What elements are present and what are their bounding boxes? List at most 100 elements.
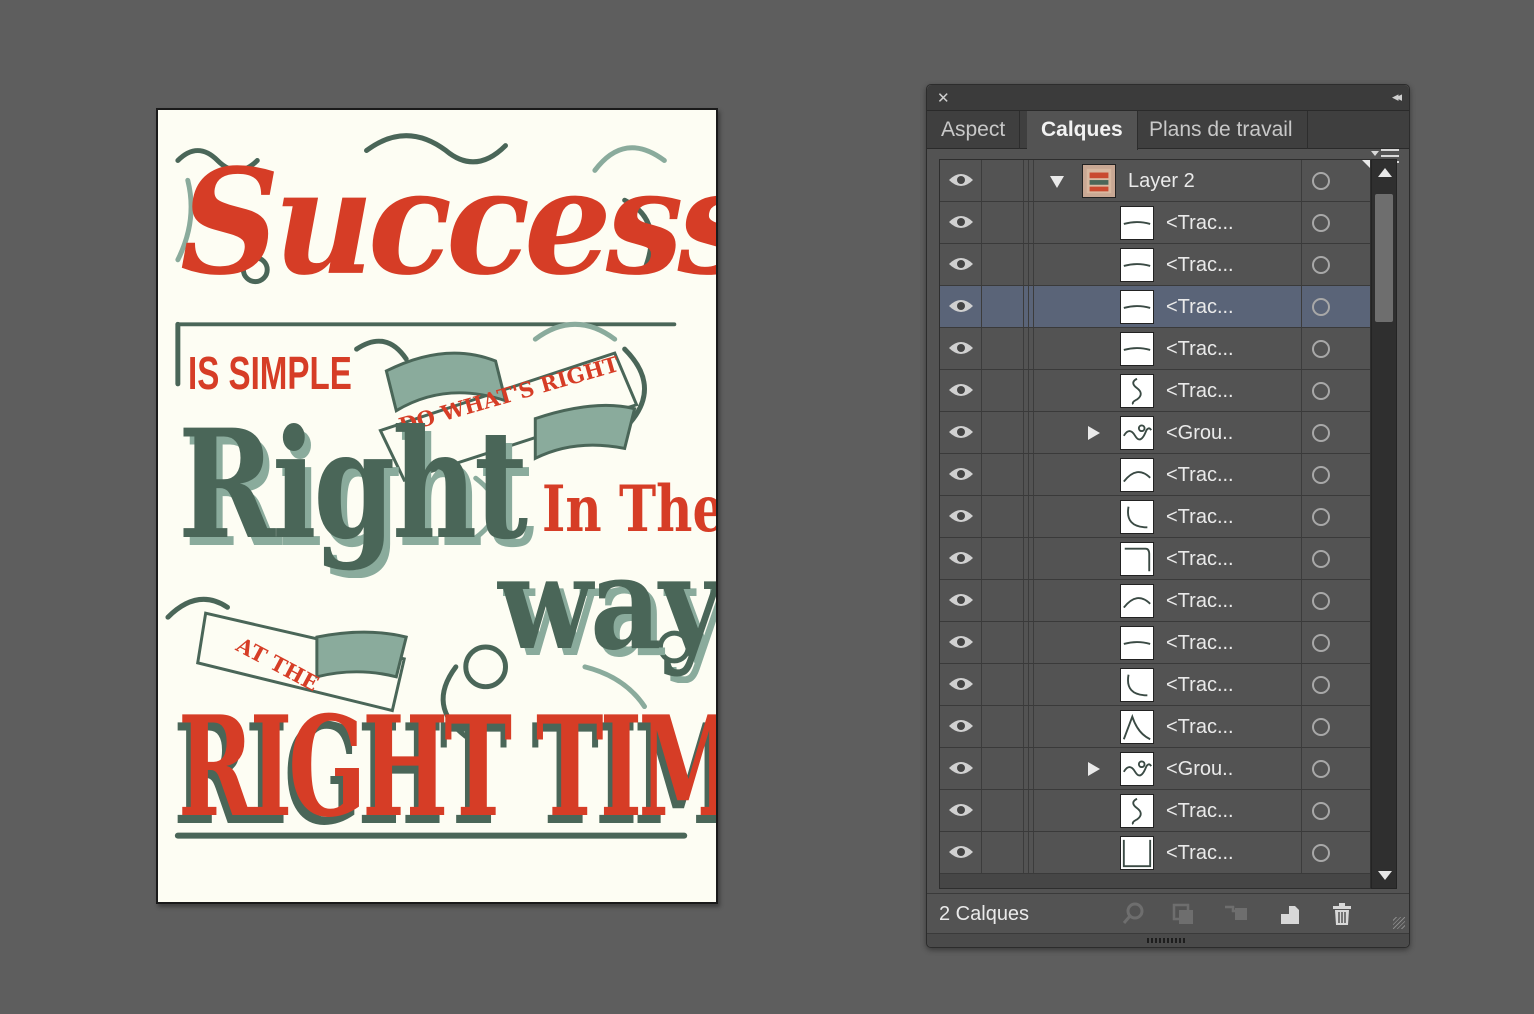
path-row[interactable]: <Trac... (940, 202, 1370, 244)
close-icon[interactable]: ✕ (937, 89, 950, 107)
resize-grip[interactable] (1393, 917, 1405, 929)
object-name-cell[interactable]: <Trac... (1036, 328, 1302, 369)
path-row[interactable]: <Trac... (940, 286, 1370, 328)
target-toggle[interactable] (1302, 286, 1370, 327)
visibility-toggle[interactable] (940, 538, 982, 579)
tab-plans-de-travail[interactable]: Plans de travail (1135, 111, 1308, 149)
object-name-cell[interactable]: <Trac... (1036, 370, 1302, 411)
clipping-mask-icon[interactable] (1171, 902, 1197, 926)
visibility-toggle[interactable] (940, 664, 982, 705)
layers-scrollbar[interactable] (1371, 159, 1397, 889)
object-name-cell[interactable]: <Grou.. (1036, 412, 1302, 453)
layers-list[interactable]: Layer 2 <Trac... <Trac... <Trac... <Trac...… (939, 159, 1371, 889)
target-toggle[interactable] (1302, 328, 1370, 369)
new-sublayer-icon[interactable] (1223, 902, 1249, 926)
visibility-toggle[interactable] (940, 454, 982, 495)
target-toggle[interactable] (1302, 412, 1370, 453)
visibility-toggle[interactable] (940, 370, 982, 411)
object-name-cell[interactable]: <Trac... (1036, 832, 1302, 873)
lock-toggle[interactable] (982, 706, 1024, 747)
visibility-toggle[interactable] (940, 412, 982, 453)
visibility-toggle[interactable] (940, 706, 982, 747)
lock-toggle[interactable] (982, 412, 1024, 453)
target-toggle[interactable] (1302, 454, 1370, 495)
lock-toggle[interactable] (982, 580, 1024, 621)
target-toggle[interactable] (1302, 748, 1370, 789)
visibility-toggle[interactable] (940, 244, 982, 285)
visibility-toggle[interactable] (940, 202, 982, 243)
visibility-toggle[interactable] (940, 286, 982, 327)
target-toggle[interactable] (1302, 622, 1370, 663)
object-name-cell[interactable]: <Trac... (1036, 664, 1302, 705)
target-toggle[interactable] (1302, 832, 1370, 873)
layer-row[interactable]: Layer 2 (940, 160, 1370, 202)
lock-toggle[interactable] (982, 244, 1024, 285)
lock-toggle[interactable] (982, 748, 1024, 789)
object-name-cell[interactable]: <Trac... (1036, 538, 1302, 579)
tab-calques[interactable]: Calques (1027, 111, 1138, 150)
lock-toggle[interactable] (982, 370, 1024, 411)
scroll-up-icon[interactable] (1378, 168, 1392, 177)
visibility-toggle[interactable] (940, 790, 982, 831)
collapse-triangle-icon[interactable] (1050, 176, 1064, 188)
visibility-toggle[interactable] (940, 748, 982, 789)
object-name-cell[interactable]: <Trac... (1036, 286, 1302, 327)
expand-triangle-icon[interactable] (1088, 426, 1100, 440)
lock-toggle[interactable] (982, 538, 1024, 579)
layer-name-cell[interactable]: Layer 2 (1036, 160, 1302, 201)
path-row[interactable]: <Trac... (940, 622, 1370, 664)
scroll-thumb[interactable] (1375, 194, 1393, 322)
trash-icon[interactable] (1329, 902, 1355, 926)
lock-toggle[interactable] (982, 664, 1024, 705)
object-name-cell[interactable]: <Trac... (1036, 496, 1302, 537)
lock-toggle[interactable] (982, 454, 1024, 495)
lock-toggle[interactable] (982, 202, 1024, 243)
path-row[interactable]: <Trac... (940, 454, 1370, 496)
path-row[interactable]: <Trac... (940, 370, 1370, 412)
object-name-cell[interactable]: <Trac... (1036, 706, 1302, 747)
artboard[interactable]: Success IS SIMPLE DO WHAT'S RIGHT Right … (156, 108, 718, 904)
group-row[interactable]: <Grou.. (940, 412, 1370, 454)
path-row[interactable]: <Trac... (940, 832, 1370, 874)
group-row[interactable]: <Grou.. (940, 748, 1370, 790)
path-row[interactable]: <Trac... (940, 538, 1370, 580)
lock-toggle[interactable] (982, 496, 1024, 537)
target-toggle[interactable] (1302, 202, 1370, 243)
panel-title-bar[interactable]: ✕ ◂◂ (927, 85, 1409, 111)
target-toggle[interactable] (1302, 706, 1370, 747)
path-row[interactable]: <Trac... (940, 790, 1370, 832)
new-layer-icon[interactable] (1277, 902, 1303, 926)
target-toggle[interactable] (1302, 790, 1370, 831)
path-row[interactable]: <Trac... (940, 664, 1370, 706)
target-toggle[interactable] (1302, 580, 1370, 621)
object-name-cell[interactable]: <Trac... (1036, 202, 1302, 243)
path-row[interactable]: <Trac... (940, 496, 1370, 538)
lock-toggle[interactable] (982, 286, 1024, 327)
visibility-toggle[interactable] (940, 496, 982, 537)
lock-toggle[interactable] (982, 832, 1024, 873)
lock-toggle[interactable] (982, 622, 1024, 663)
visibility-toggle[interactable] (940, 622, 982, 663)
path-row[interactable]: <Trac... (940, 328, 1370, 370)
object-name-cell[interactable]: <Trac... (1036, 790, 1302, 831)
object-name-cell[interactable]: <Trac... (1036, 244, 1302, 285)
path-row[interactable]: <Trac... (940, 580, 1370, 622)
object-name-cell[interactable]: <Trac... (1036, 454, 1302, 495)
path-row[interactable]: <Trac... (940, 706, 1370, 748)
object-name-cell[interactable]: <Trac... (1036, 622, 1302, 663)
lock-toggle[interactable] (982, 328, 1024, 369)
target-toggle[interactable] (1302, 496, 1370, 537)
tab-aspect[interactable]: Aspect (927, 111, 1021, 149)
visibility-toggle[interactable] (940, 328, 982, 369)
collapse-icon[interactable]: ◂◂ (1392, 89, 1402, 105)
target-toggle[interactable] (1302, 538, 1370, 579)
path-row[interactable]: <Trac... (940, 244, 1370, 286)
panel-drag-handle[interactable] (927, 933, 1409, 947)
locate-object-icon[interactable] (1121, 902, 1147, 926)
lock-toggle[interactable] (982, 160, 1024, 201)
lock-toggle[interactable] (982, 790, 1024, 831)
visibility-toggle[interactable] (940, 832, 982, 873)
expand-triangle-icon[interactable] (1088, 762, 1100, 776)
scroll-down-icon[interactable] (1378, 871, 1392, 880)
target-toggle[interactable] (1302, 664, 1370, 705)
